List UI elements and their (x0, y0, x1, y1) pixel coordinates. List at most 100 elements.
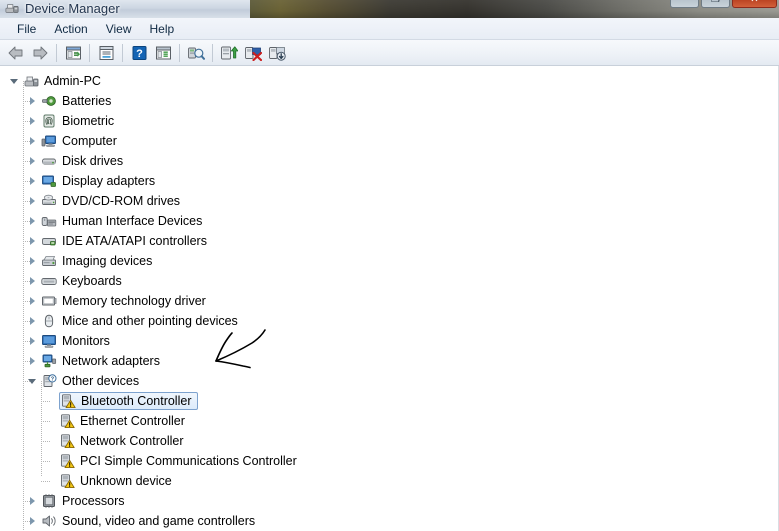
computer-node-icon (41, 133, 57, 149)
uninstall-device-icon (269, 46, 286, 61)
tree-item-keyboards[interactable]: Keyboards (0, 271, 778, 291)
tree-item-label: Network Controller (80, 434, 184, 448)
tree-item-content: Network adapters (41, 351, 164, 371)
expander-expand-icon[interactable] (28, 516, 39, 527)
expander-expand-icon[interactable] (28, 336, 39, 347)
expander-expand-icon[interactable] (28, 216, 39, 227)
maximize-button[interactable]: ❐ (701, 0, 730, 8)
back-button[interactable] (5, 42, 27, 64)
expander-collapse-icon[interactable] (28, 376, 39, 387)
processor-icon (41, 493, 57, 509)
disable-device-icon (245, 46, 262, 61)
window-controls: – ❐ ✕ (670, 0, 777, 8)
tree-item-imaging-devices[interactable]: Imaging devices (0, 251, 778, 271)
update-driver-button[interactable] (218, 42, 240, 64)
minimize-glyph: – (682, 0, 688, 5)
close-button[interactable]: ✕ (732, 0, 777, 8)
expander-expand-icon[interactable] (28, 196, 39, 207)
tree-item-mice-and-other-pointing-devices[interactable]: Mice and other pointing devices (0, 311, 778, 331)
tree-item-disk-drives[interactable]: Disk drives (0, 151, 778, 171)
tree-item-content: Keyboards (41, 271, 126, 291)
separator-2 (89, 43, 90, 62)
tree-item-monitors[interactable]: Monitors (0, 331, 778, 351)
device-tree-panel[interactable]: Admin-PC Batteries Biometric Computer Disk d… (0, 66, 779, 531)
tree-item-other-devices[interactable]: ? Other devices (0, 371, 778, 391)
expander-expand-icon[interactable] (28, 156, 39, 167)
tree-item-label: Biometric (62, 114, 115, 128)
tree-item-label: Memory technology driver (62, 294, 206, 308)
back-arrow-icon (8, 46, 23, 59)
tree-item-content: Processors (41, 491, 129, 511)
separator-5 (212, 43, 213, 62)
tree-item-computer[interactable]: Computer (0, 131, 778, 151)
separator-1 (56, 43, 57, 62)
tree-item-content: Unknown device (59, 471, 176, 491)
tree-item-label: Mice and other pointing devices (62, 314, 238, 328)
tree-item-sound-video-and-game-controllers[interactable]: Sound, video and game controllers (0, 511, 778, 531)
tree-item-label: Monitors (62, 334, 110, 348)
expander-expand-icon[interactable] (28, 136, 39, 147)
svg-text:?: ? (51, 377, 54, 383)
tree-item-ide-ata-atapi-controllers[interactable]: IDE ATA/ATAPI controllers (0, 231, 778, 251)
expander-expand-icon[interactable] (28, 236, 39, 247)
tree-item-unknown-device[interactable]: Unknown device (0, 471, 778, 491)
tree-item-network-adapters[interactable]: Network adapters (0, 351, 778, 371)
tree-item-label: Computer (62, 134, 117, 148)
tree-item-biometric[interactable]: Biometric (0, 111, 778, 131)
close-glyph: ✕ (750, 0, 758, 5)
tree-item-dvd-cd-rom-drives[interactable]: DVD/CD-ROM drives (0, 191, 778, 211)
tree-item-network-controller[interactable]: Network Controller (0, 431, 778, 451)
tree-item-content: DVD/CD-ROM drives (41, 191, 184, 211)
scan-for-hardware-changes-button[interactable] (185, 42, 207, 64)
action-pane-icon (155, 46, 171, 59)
expander-expand-icon[interactable] (28, 96, 39, 107)
show-hide-action-pane-button[interactable] (152, 42, 174, 64)
separator-3 (122, 43, 123, 62)
menu-action[interactable]: Action (45, 19, 96, 39)
uninstall-device-button[interactable] (266, 42, 288, 64)
warning-device-icon (60, 393, 76, 409)
tree-item-bluetooth-controller[interactable]: Bluetooth Controller (0, 391, 778, 411)
show-hide-console-tree-button[interactable] (62, 42, 84, 64)
forward-button[interactable] (29, 42, 51, 64)
expander-expand-icon[interactable] (28, 356, 39, 367)
tree-item-ethernet-controller[interactable]: Ethernet Controller (0, 411, 778, 431)
expander-expand-icon[interactable] (28, 316, 39, 327)
expander-expand-icon[interactable] (28, 296, 39, 307)
disable-device-button[interactable] (242, 42, 264, 64)
title-bar: Device Manager – ❐ ✕ (0, 0, 779, 18)
expander-expand-icon[interactable] (28, 116, 39, 127)
forward-arrow-icon (33, 46, 48, 59)
device-manager-icon (5, 2, 19, 16)
help-button[interactable]: ? (128, 42, 150, 64)
warning-device-icon (59, 433, 75, 449)
tree-item-content: Mice and other pointing devices (41, 311, 242, 331)
tree-item-pci-simple-communications-controller[interactable]: PCI Simple Communications Controller (0, 451, 778, 471)
tree-item-label: Disk drives (62, 154, 124, 168)
tree-item-label: Batteries (62, 94, 112, 108)
menu-file[interactable]: File (8, 19, 45, 39)
tree-item-display-adapters[interactable]: Display adapters (0, 171, 778, 191)
expander-placeholder (46, 416, 57, 427)
expander-collapse-icon[interactable] (10, 76, 21, 87)
tree-item-processors[interactable]: Processors (0, 491, 778, 511)
hid-icon (41, 213, 57, 229)
tree-item-memory-technology-driver[interactable]: Memory technology driver (0, 291, 778, 311)
menu-help[interactable]: Help (141, 19, 184, 39)
expander-expand-icon[interactable] (28, 176, 39, 187)
properties-button[interactable] (95, 42, 117, 64)
toolbar: ? (0, 40, 779, 66)
tree-root-admin-pc[interactable]: Admin-PC (0, 71, 778, 91)
menu-view[interactable]: View (97, 19, 141, 39)
expander-expand-icon[interactable] (28, 496, 39, 507)
biometric-icon (41, 113, 57, 129)
computer-icon (23, 73, 39, 89)
tree-item-human-interface-devices[interactable]: Human Interface Devices (0, 211, 778, 231)
tree-item-batteries[interactable]: Batteries (0, 91, 778, 111)
warning-device-icon (59, 413, 75, 429)
tree-item-content: Biometric (41, 111, 118, 131)
expander-expand-icon[interactable] (28, 256, 39, 267)
device-manager-window: Device Manager – ❐ ✕ File Action View He… (0, 0, 779, 531)
expander-expand-icon[interactable] (28, 276, 39, 287)
minimize-button[interactable]: – (670, 0, 699, 8)
